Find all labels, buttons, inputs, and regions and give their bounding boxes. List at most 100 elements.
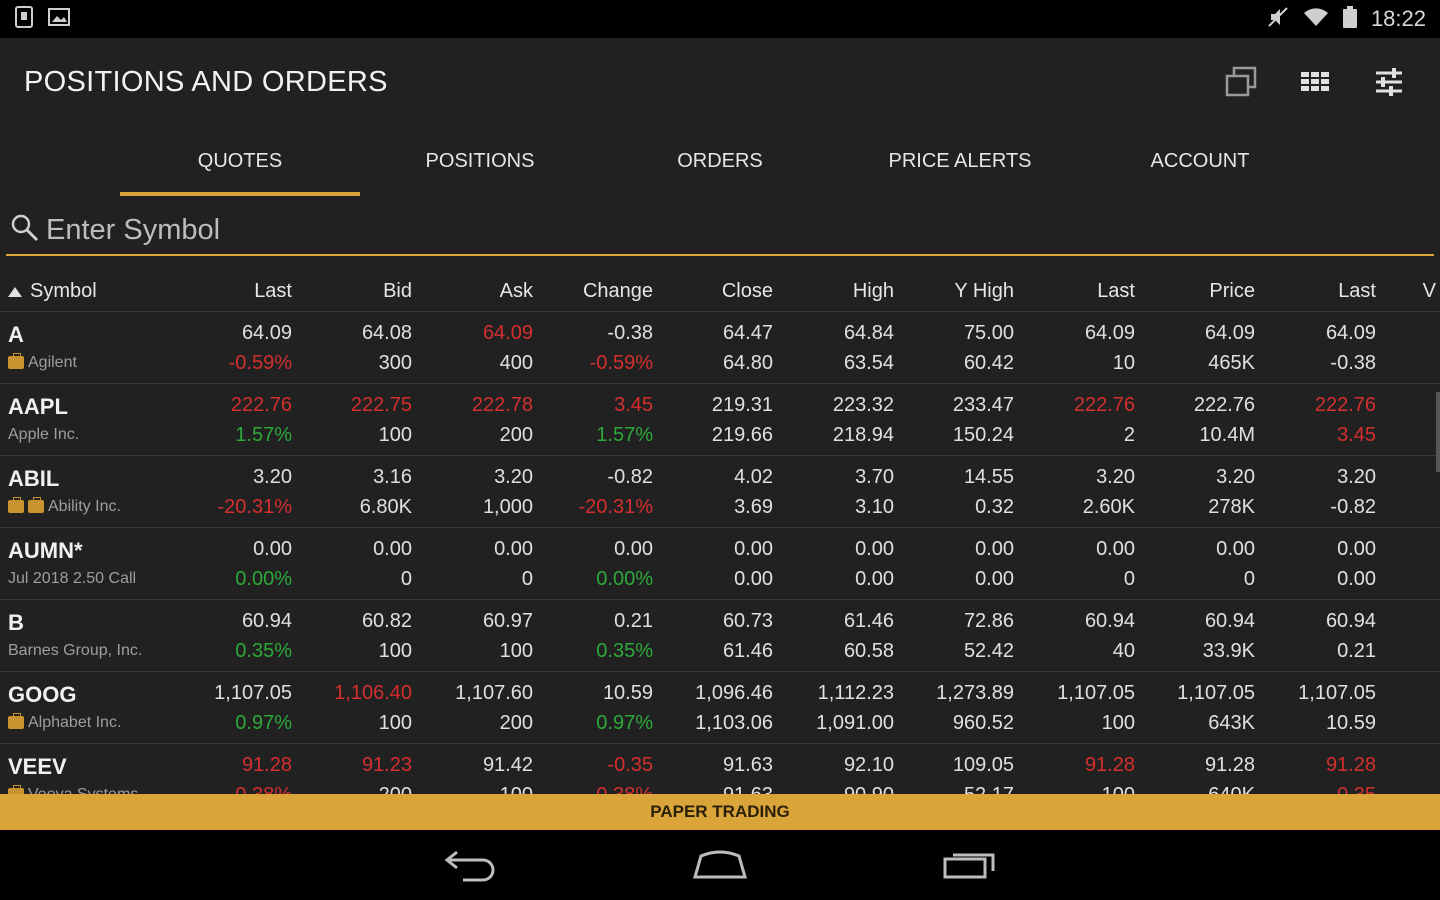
cell-last: 60.94 0.35% <box>180 600 292 671</box>
cell-secondary-value: 52.42 <box>963 639 1014 662</box>
symbol-ticker: AUMN* <box>8 537 83 563</box>
cell-high: 1,112.23 1,091.00 <box>773 672 894 743</box>
cell-v <box>1376 312 1436 383</box>
cell-price: 60.94 33.9K <box>1135 600 1255 671</box>
symbol-ticker: GOOG <box>8 681 77 707</box>
cell-last: 64.09 -0.59% <box>180 312 292 383</box>
column-header-change[interactable]: Change <box>533 280 653 303</box>
cell-change: 0.00 0.00% <box>533 528 653 599</box>
cell-primary-value: 0.00 <box>975 537 1014 560</box>
cell-secondary-value: 465K <box>1208 351 1255 374</box>
symbol-cell: ABIL Ability Inc. <box>0 456 180 527</box>
symbol-ticker: A <box>8 321 24 347</box>
recent-apps-button[interactable] <box>940 845 1000 885</box>
cell-primary-value: 219.31 <box>711 393 773 416</box>
column-header-symbol[interactable]: Symbol <box>0 280 180 303</box>
table-row[interactable]: B Barnes Group, Inc. 60.94 0.35% 60.82 100 60.… <box>0 600 1440 672</box>
cell-primary-value: 0.00 <box>614 537 653 560</box>
tab-orders[interactable]: ORDERS <box>600 126 840 196</box>
cell-primary-value: 64.09 <box>1084 321 1135 344</box>
position-briefcase-icon <box>8 497 24 513</box>
cell-primary-value: 60.94 <box>241 609 292 632</box>
tab-quotes[interactable]: QUOTES <box>120 126 360 196</box>
cell-secondary-value: 0 <box>1243 567 1255 590</box>
cell-primary-value: 222.76 <box>1193 393 1255 416</box>
tab-account[interactable]: ACCOUNT <box>1080 126 1320 196</box>
duplicate-windows-button[interactable] <box>1224 65 1258 99</box>
cell-secondary-value: -20.31% <box>578 495 654 518</box>
cell-secondary-value: -20.31% <box>217 495 293 518</box>
cell-primary-value: 60.94 <box>1325 609 1376 632</box>
column-header-last-3[interactable]: Last <box>1255 280 1376 303</box>
cell-primary-value: 0.00 <box>734 537 773 560</box>
column-header-last[interactable]: Last <box>180 280 292 303</box>
cell-primary-value: 0.00 <box>494 537 533 560</box>
cell-ask: 91.42 100 <box>412 744 533 795</box>
table-row[interactable]: AAPL Apple Inc. 222.76 1.57% 222.75 100 222.78… <box>0 384 1440 456</box>
cell-primary-value: 3.20 <box>1337 465 1376 488</box>
cell-primary-value: 14.55 <box>963 465 1014 488</box>
symbol-search-input[interactable] <box>40 208 1434 252</box>
cell-secondary-value: 33.9K <box>1202 639 1255 662</box>
cell-y-high: 233.47 150.24 <box>894 384 1014 455</box>
cell-bid: 3.16 6.80K <box>292 456 412 527</box>
tab-price-alerts[interactable]: PRICE ALERTS <box>840 126 1080 196</box>
cell-secondary-value: 200 <box>499 711 533 734</box>
cell-last: 91.28 -0.38% <box>180 744 292 795</box>
navigation-bar <box>0 830 1440 900</box>
back-button[interactable] <box>440 845 500 885</box>
cell-last-2: 222.76 2 <box>1014 384 1135 455</box>
cell-secondary-value: -0.35 <box>1255 780 1376 795</box>
cell-primary-value: 222.75 <box>350 393 412 416</box>
column-header-close[interactable]: Close <box>653 280 773 303</box>
cell-secondary-value: 0 <box>400 567 412 590</box>
cell-secondary-value: 90.90 <box>773 780 894 795</box>
table-scrollbar[interactable] <box>1436 392 1440 472</box>
cell-primary-value: 64.47 <box>722 321 773 344</box>
column-header-price[interactable]: Price <box>1135 280 1255 303</box>
symbol-cell: A Agilent <box>0 312 180 383</box>
settings-sliders-button[interactable] <box>1372 65 1406 99</box>
column-header-bid[interactable]: Bid <box>292 280 412 303</box>
grid-view-button[interactable] <box>1298 65 1332 99</box>
cell-secondary-value: 1,000 <box>482 495 533 518</box>
cell-last-3: 1,107.05 10.59 <box>1255 672 1376 743</box>
cell-secondary-value: 0 <box>1123 567 1135 590</box>
table-row[interactable]: A Agilent 64.09 -0.59% 64.08 300 64.09 400 -0.38… <box>0 312 1440 384</box>
cell-v <box>1376 744 1436 794</box>
table-row[interactable]: ABIL Ability Inc. 3.20 -20.31% 3.16 6.80K 3.20… <box>0 456 1440 528</box>
notification-image-icon <box>48 7 70 32</box>
cell-primary-value: 64.09 <box>1204 321 1255 344</box>
cell-secondary-value: 960.52 <box>952 711 1014 734</box>
cell-secondary-value: 3.45 <box>1337 423 1376 446</box>
cell-y-high: 1,273.89 960.52 <box>894 672 1014 743</box>
cell-last-3: 64.09 -0.38 <box>1255 312 1376 383</box>
symbol-cell: B Barnes Group, Inc. <box>0 600 180 671</box>
cell-secondary-value: 300 <box>378 351 412 374</box>
notification-sim-icon <box>14 5 34 33</box>
column-header-last-2[interactable]: Last <box>1014 280 1135 303</box>
table-row[interactable]: VEEVVeeva Systems91.28-0.38%91.2320091.4… <box>0 744 1440 794</box>
cell-secondary-value: 0.97% <box>235 711 292 734</box>
sliders-icon <box>1376 68 1402 96</box>
company-name-text: Barnes Group, Inc. <box>8 641 143 659</box>
tab-positions[interactable]: POSITIONS <box>360 126 600 196</box>
cell-secondary-value: -0.82 <box>1330 495 1376 518</box>
cell-v <box>1376 384 1436 455</box>
cell-primary-value: 91.23 <box>361 753 412 776</box>
table-row[interactable]: AUMN* Jul 2018 2.50 Call 0.00 0.00% 0.00 0 0.0… <box>0 528 1440 600</box>
cell-bid: 64.08 300 <box>292 312 412 383</box>
cell-primary-value: 3.16 <box>373 465 412 488</box>
cell-secondary-value: 6.80K <box>359 495 412 518</box>
home-button[interactable] <box>690 845 750 885</box>
table-row[interactable]: GOOG Alphabet Inc. 1,107.05 0.97% 1,106.40 10… <box>0 672 1440 744</box>
column-header-v[interactable]: V <box>1376 280 1436 303</box>
home-icon <box>693 850 747 879</box>
column-header-ask[interactable]: Ask <box>412 280 533 303</box>
column-header-high[interactable]: High <box>773 280 894 303</box>
cell-primary-value: 1,107.05 <box>1057 681 1135 704</box>
column-header-y-high[interactable]: Y High <box>894 280 1014 303</box>
cell-primary-value: 91.28 <box>1325 753 1376 776</box>
cell-primary-value: 3.20 <box>1216 465 1255 488</box>
cell-primary-value: 64.09 <box>482 321 533 344</box>
